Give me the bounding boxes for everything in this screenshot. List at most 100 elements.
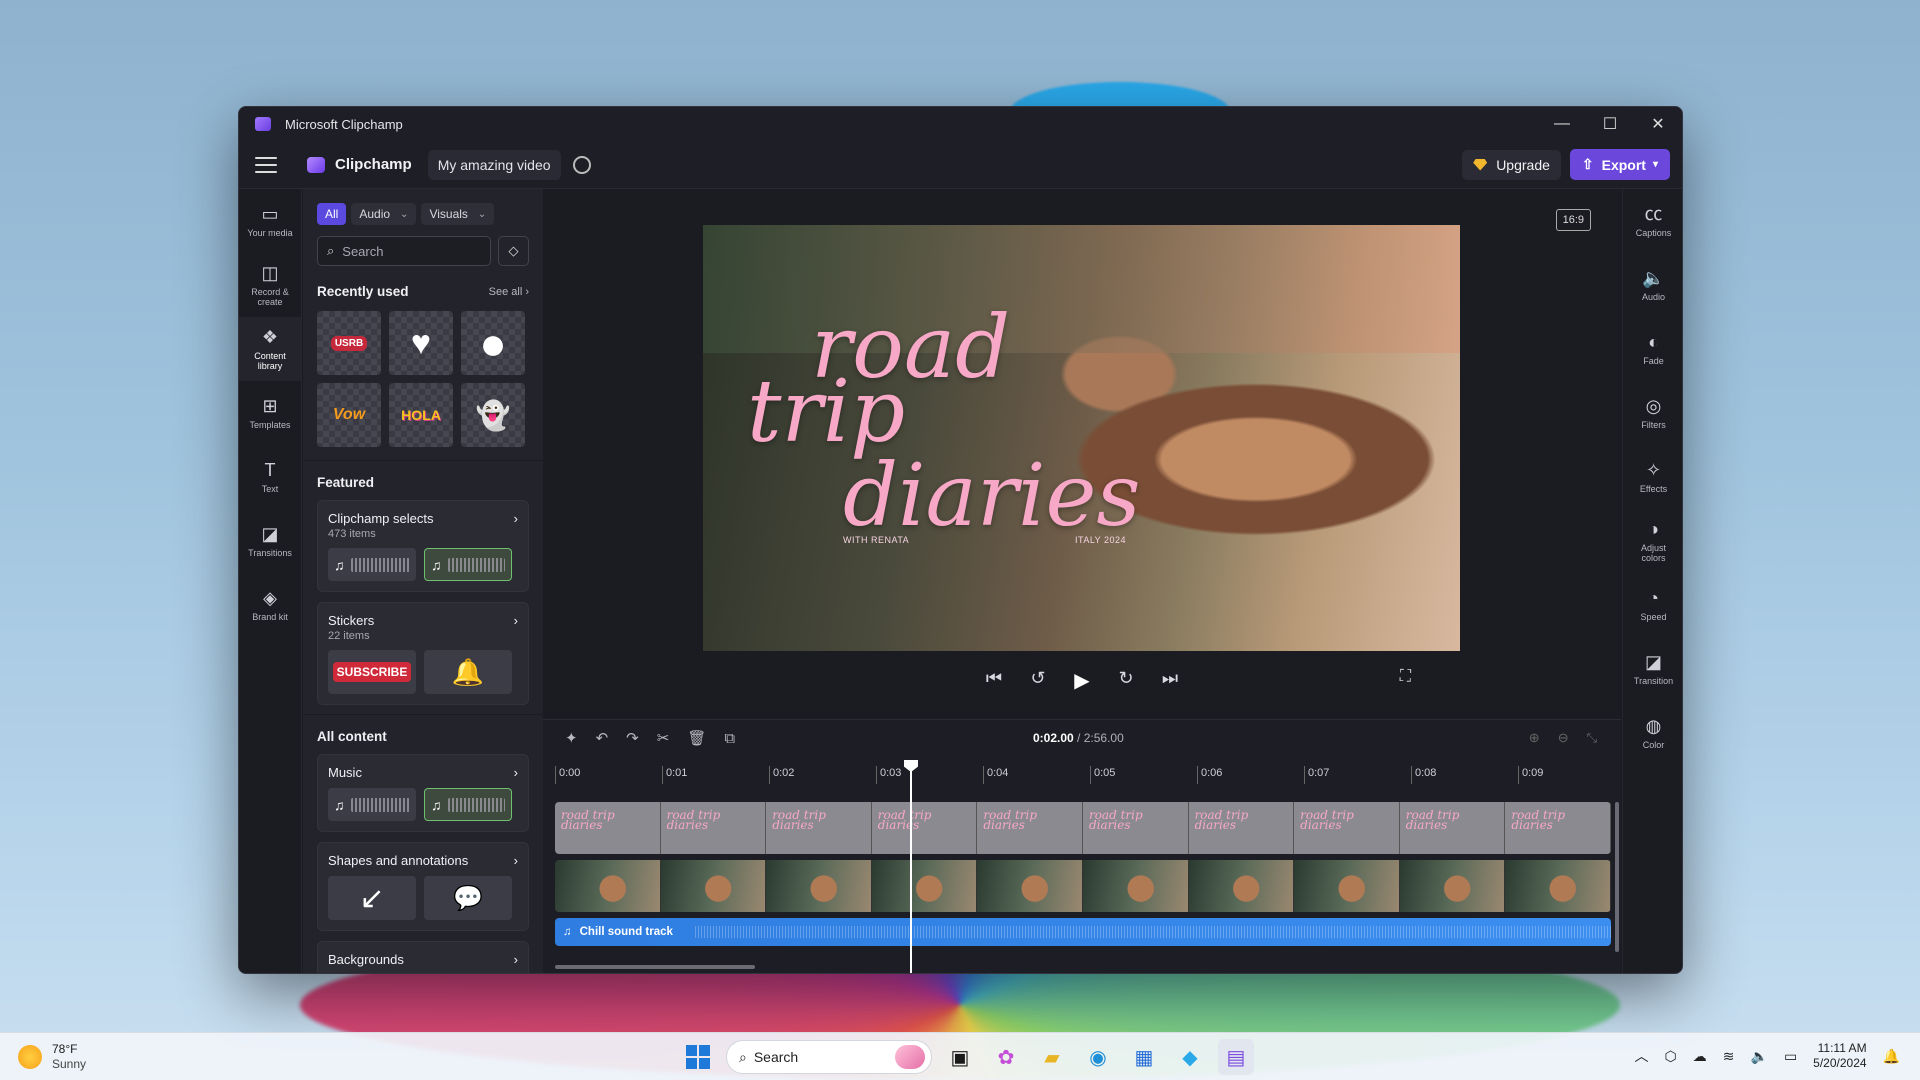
text-clip-frame: road trip diaries (1188, 802, 1295, 854)
nav-templates[interactable]: ⊞ Templates (239, 381, 301, 445)
store-icon[interactable]: ▦ (1126, 1039, 1162, 1075)
fullscreen-icon[interactable]: ⛶ (1400, 668, 1411, 686)
volume-icon[interactable]: 🔈 (1751, 1048, 1768, 1065)
tool-filters[interactable]: ◎ Filters (1623, 381, 1682, 445)
maximize-button[interactable]: ☐ (1586, 107, 1634, 141)
section-title: Recently used (317, 284, 409, 299)
nav-record-create[interactable]: ◫ Record & create (239, 253, 301, 317)
tool-transition[interactable]: ◪ Transition (1623, 637, 1682, 701)
nav-content-library[interactable]: ❖ Content library (239, 317, 301, 381)
time-ruler[interactable]: 0:00 0:01 0:02 0:03 0:04 0:05 0:06 0:07 … (555, 766, 1611, 784)
see-all-label: See all (488, 285, 523, 298)
export-button[interactable]: ⇧ Export ▾ (1569, 149, 1670, 180)
nav-brand-kit[interactable]: ◈ Brand kit (239, 573, 301, 637)
video-preview[interactable]: road trip diaries WITH RENATA ITALY 2024 (703, 225, 1460, 651)
forward-5-icon[interactable]: ↻ (1115, 668, 1137, 693)
split-icon[interactable]: ✂ (657, 729, 670, 747)
content-card-backgrounds[interactable]: Backgrounds › (317, 941, 529, 973)
tool-captions[interactable]: ㏄ Captions (1623, 189, 1682, 253)
audio-track[interactable]: ♫ Chill sound track (555, 918, 1611, 946)
content-card-music[interactable]: Music › ♫ ♫ (317, 754, 529, 832)
recent-item[interactable]: USRB (317, 311, 381, 375)
filter-visuals[interactable]: Visuals ⌄ (421, 203, 495, 225)
vertical-scrollbar[interactable] (1615, 802, 1619, 952)
bell-icon: 🔔 (451, 656, 485, 687)
recent-item[interactable]: ● (461, 311, 525, 375)
chevron-up-icon[interactable]: ︿ (1635, 1046, 1649, 1066)
video-track[interactable] (555, 860, 1611, 912)
notification-bell-icon[interactable]: 🔔 (1883, 1048, 1900, 1065)
minimize-button[interactable]: — (1538, 107, 1586, 141)
filter-audio[interactable]: Audio ⌄ (351, 203, 417, 225)
redo-icon[interactable]: ↷ (626, 729, 639, 747)
aspect-ratio-button[interactable]: 16:9 (1555, 209, 1591, 231)
play-icon[interactable]: ▶ (1071, 668, 1093, 693)
shape-thumb[interactable]: 💬 (424, 876, 512, 920)
chevron-right-icon: › (513, 511, 518, 526)
zoom-in-icon[interactable]: ⊕ (1529, 730, 1540, 746)
fit-icon[interactable]: ⤡ (1587, 730, 1597, 746)
playhead[interactable] (910, 760, 912, 973)
tool-fade[interactable]: ◐ Fade (1623, 317, 1682, 381)
battery-icon[interactable]: ▭ (1784, 1048, 1797, 1065)
copilot-icon[interactable]: ✿ (988, 1039, 1024, 1075)
tool-color[interactable]: ◍ Color (1623, 701, 1682, 765)
file-explorer-icon[interactable]: ▰ (1034, 1039, 1070, 1075)
music-thumb[interactable]: ♫ (424, 548, 512, 581)
rewind-5-icon[interactable]: ↺ (1027, 668, 1049, 693)
project-name[interactable]: My amazing video (427, 149, 561, 180)
clock[interactable]: 11:11 AM 5/20/2024 (1813, 1041, 1866, 1071)
nav-transitions[interactable]: ◪ Transitions (239, 509, 301, 573)
duplicate-icon[interactable]: ⧉ (724, 730, 735, 747)
tool-audio[interactable]: 🔈 Audio (1623, 253, 1682, 317)
text-track[interactable]: road trip diaries road trip diaries road… (555, 802, 1611, 854)
music-thumb[interactable]: ♫ (328, 788, 416, 821)
shape-thumb[interactable]: ↙ (328, 876, 416, 920)
magic-icon[interactable]: ✦ (565, 729, 578, 747)
content-card-shapes[interactable]: Shapes and annotations › ↙ 💬 (317, 842, 529, 931)
featured-card-stickers[interactable]: Stickers › 22 items SUBSCRIBE 🔔 (317, 602, 529, 705)
tool-adjust-colors[interactable]: ◑ Adjust colors (1623, 509, 1682, 573)
see-all-link[interactable]: See all › (489, 286, 529, 298)
music-thumb[interactable]: ♫ (328, 548, 416, 581)
premium-filter-button[interactable]: ◇ (498, 236, 529, 266)
taskbar-search-label: Search (753, 1049, 799, 1065)
recent-item[interactable]: 👻 (461, 383, 525, 447)
nav-your-media[interactable]: ▭ Your media (239, 189, 301, 253)
windows-start-icon[interactable] (680, 1039, 716, 1075)
recent-item[interactable]: HOLA (389, 383, 453, 447)
clipchamp-taskbar-icon[interactable]: ▤ (1218, 1039, 1254, 1075)
sticker-thumb[interactable]: 🔔 (424, 650, 512, 694)
recent-item[interactable]: ♥ (389, 311, 453, 375)
horizontal-scrollbar[interactable] (555, 965, 755, 969)
recent-item[interactable]: Vow (317, 383, 381, 447)
zoom-out-icon[interactable]: ⊖ (1558, 730, 1569, 746)
menu-icon[interactable] (255, 156, 277, 173)
search-input[interactable]: ⌕ Search (317, 236, 491, 266)
tool-speed[interactable]: ◔ Speed (1623, 573, 1682, 637)
card-subtitle: 473 items (328, 528, 376, 540)
delete-icon[interactable]: 🗑 (687, 729, 706, 747)
tool-effects[interactable]: ✧ Effects (1623, 445, 1682, 509)
task-view-icon[interactable]: ▣ (942, 1039, 978, 1075)
close-button[interactable]: ✕ (1634, 107, 1682, 141)
app-icon[interactable]: ◆ (1172, 1039, 1208, 1075)
cloud-sync-icon[interactable] (572, 155, 591, 174)
tool-label: Transition (1633, 675, 1674, 686)
sticker-thumb[interactable]: SUBSCRIBE (328, 650, 416, 694)
onedrive-icon[interactable]: ☁ (1693, 1048, 1707, 1065)
filter-all[interactable]: All (317, 203, 347, 225)
taskbar-search[interactable]: ⌕ Search (726, 1040, 932, 1074)
upgrade-button[interactable]: Upgrade (1462, 149, 1561, 180)
wifi-icon[interactable]: ≋ (1723, 1048, 1735, 1065)
weather-widget[interactable]: 78°F Sunny (18, 1042, 86, 1072)
undo-icon[interactable]: ↶ (596, 729, 609, 747)
network-app-icon[interactable]: ⬡ (1665, 1048, 1677, 1065)
music-thumb[interactable]: ♫ (424, 788, 512, 821)
edge-icon[interactable]: ◉ (1080, 1039, 1116, 1075)
skip-back-icon[interactable]: ⏮ (983, 668, 1005, 693)
skip-forward-icon[interactable]: ⏭ (1159, 668, 1181, 693)
featured-card-clipchamp-selects[interactable]: Clipchamp selects › 473 items ♫ ♫ (317, 500, 529, 592)
text-clip-frame: road trip diaries (1294, 802, 1400, 854)
nav-text[interactable]: T Text (239, 445, 301, 509)
